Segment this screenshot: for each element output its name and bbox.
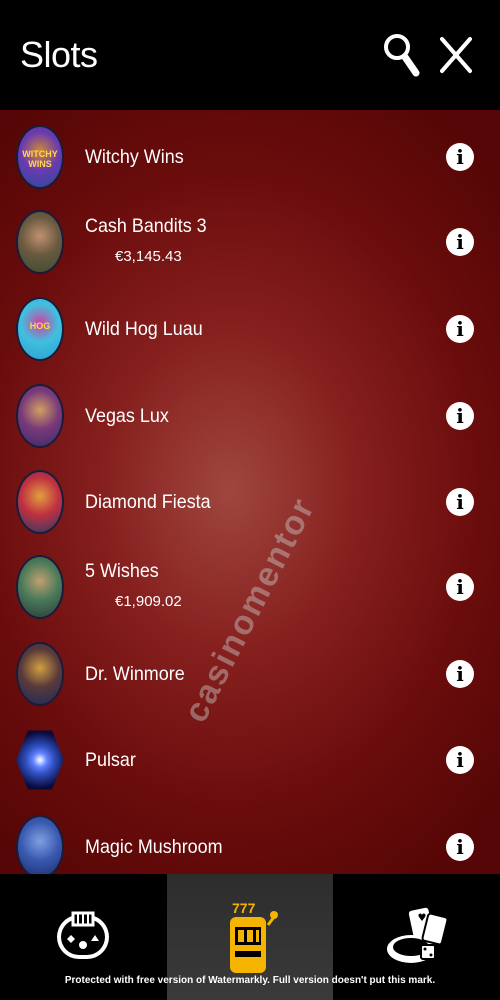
game-row[interactable]: Dr. Winmore i	[0, 631, 500, 717]
info-icon: i	[456, 145, 464, 169]
info-button[interactable]: i	[446, 143, 474, 171]
game-name: Diamond Fiesta	[85, 491, 211, 513]
info-button[interactable]: i	[446, 228, 474, 256]
game-name: Pulsar	[85, 749, 136, 771]
game-row[interactable]: Cash Bandits 3 €3,145.43 i	[0, 199, 500, 285]
info-icon: i	[456, 575, 464, 599]
svg-text:777: 777	[232, 900, 256, 916]
slot-machine-icon: 777	[230, 900, 278, 973]
game-logo-text: HOG	[29, 321, 51, 331]
close-button[interactable]	[432, 27, 480, 83]
game-name: Witchy Wins	[85, 146, 184, 168]
info-button[interactable]: i	[446, 315, 474, 343]
game-name: Wild Hog Luau	[85, 318, 203, 340]
game-name: Dr. Winmore	[85, 663, 185, 685]
game-name: Magic Mushroom	[85, 836, 223, 858]
app-header: Slots	[0, 0, 500, 110]
info-icon: i	[456, 835, 464, 859]
table-games-icon	[386, 907, 449, 963]
info-icon: i	[456, 748, 464, 772]
live-casino-icon	[57, 911, 110, 959]
watermark-notice: Protected with free version of Watermark…	[64, 975, 436, 986]
info-icon: i	[456, 230, 464, 254]
game-name: Vegas Lux	[85, 405, 169, 427]
game-thumbnail[interactable]	[16, 730, 64, 790]
info-button[interactable]: i	[446, 833, 474, 861]
game-row[interactable]: Diamond Fiesta i	[0, 459, 500, 545]
game-thumbnail[interactable]	[16, 815, 64, 874]
page-title: Slots	[20, 34, 98, 75]
info-icon: i	[456, 317, 464, 341]
close-icon	[440, 37, 472, 73]
game-row[interactable]: WITCHY WINS Witchy Wins i	[0, 114, 500, 200]
game-thumbnail[interactable]	[16, 470, 64, 534]
game-thumbnail[interactable]: WITCHY WINS	[16, 125, 64, 189]
game-row[interactable]: Magic Mushroom i	[0, 804, 500, 874]
game-jackpot: €1,909.02	[115, 593, 182, 610]
game-thumbnail[interactable]: HOG	[16, 297, 64, 361]
game-thumbnail[interactable]	[16, 210, 64, 274]
game-row[interactable]: Vegas Lux i	[0, 373, 500, 459]
info-icon: i	[456, 490, 464, 514]
game-thumbnail[interactable]	[16, 384, 64, 448]
game-thumbnail[interactable]	[16, 642, 64, 706]
games-list[interactable]: WITCHY WINS Witchy Wins i Cash Bandits 3 €3,…	[0, 110, 500, 874]
info-icon: i	[456, 404, 464, 428]
info-icon: i	[456, 662, 464, 686]
game-row[interactable]: 5 Wishes €1,909.02 i	[0, 544, 500, 630]
game-jackpot: €3,145.43	[115, 248, 182, 265]
game-row[interactable]: Pulsar i	[0, 717, 500, 803]
game-name: Cash Bandits 3	[85, 215, 207, 237]
info-button[interactable]: i	[446, 573, 474, 601]
info-button[interactable]: i	[446, 660, 474, 688]
game-thumbnail[interactable]	[16, 555, 64, 619]
search-icon	[384, 34, 420, 77]
search-button[interactable]	[378, 27, 426, 83]
game-logo-text: WITCHY WINS	[22, 149, 58, 169]
game-row[interactable]: HOG Wild Hog Luau i	[0, 286, 500, 372]
info-button[interactable]: i	[446, 402, 474, 430]
info-button[interactable]: i	[446, 488, 474, 516]
game-name: 5 Wishes	[85, 560, 159, 582]
info-button[interactable]: i	[446, 746, 474, 774]
